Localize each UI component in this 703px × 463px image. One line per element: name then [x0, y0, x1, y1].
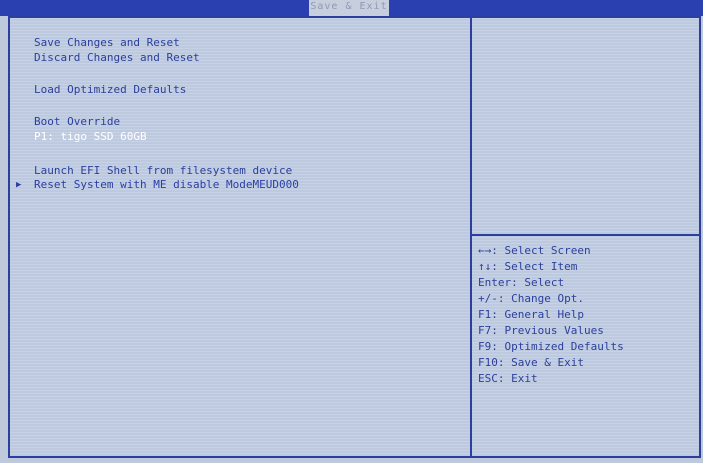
menu-panel: Save Changes and Reset Discard Changes a…: [10, 18, 472, 456]
help-general-help: F1: General Help: [478, 308, 584, 321]
bios-main-screen: Save Changes and Reset Discard Changes a…: [8, 16, 701, 458]
launch-efi-shell-item[interactable]: Launch EFI Shell from filesystem device: [34, 164, 292, 178]
help-esc-exit: ESC: Exit: [478, 372, 538, 385]
discard-changes-reset-item[interactable]: Discard Changes and Reset: [34, 51, 200, 65]
boot-override-label: Boot Override: [34, 115, 121, 128]
help-previous-values: F7: Previous Values: [478, 324, 604, 337]
boot-override-device-item[interactable]: P1: tigo SSD 60GB: [34, 130, 147, 144]
help-select-screen: ←→: Select Screen: [478, 244, 591, 257]
help-panel: ←→: Select Screen ↑↓: Select Item Enter:…: [472, 18, 699, 456]
selection-pointer-icon: ▶: [16, 180, 22, 190]
help-divider: [472, 234, 699, 236]
help-select-item: ↑↓: Select Item: [478, 260, 578, 273]
help-optimized-defaults: F9: Optimized Defaults: [478, 340, 624, 353]
bios-title-bar: Save & Exit: [0, 0, 703, 16]
help-change-opt: +/-: Change Opt.: [478, 292, 584, 305]
reset-me-disable-item[interactable]: Reset System with ME disable ModeMEUD000: [34, 178, 299, 192]
help-save-exit: F10: Save & Exit: [478, 356, 584, 369]
tab-save-exit[interactable]: Save & Exit: [309, 0, 389, 16]
save-changes-reset-item[interactable]: Save Changes and Reset: [34, 36, 180, 50]
load-optimized-defaults-item[interactable]: Load Optimized Defaults: [34, 83, 186, 97]
help-enter-select: Enter: Select: [478, 276, 565, 289]
